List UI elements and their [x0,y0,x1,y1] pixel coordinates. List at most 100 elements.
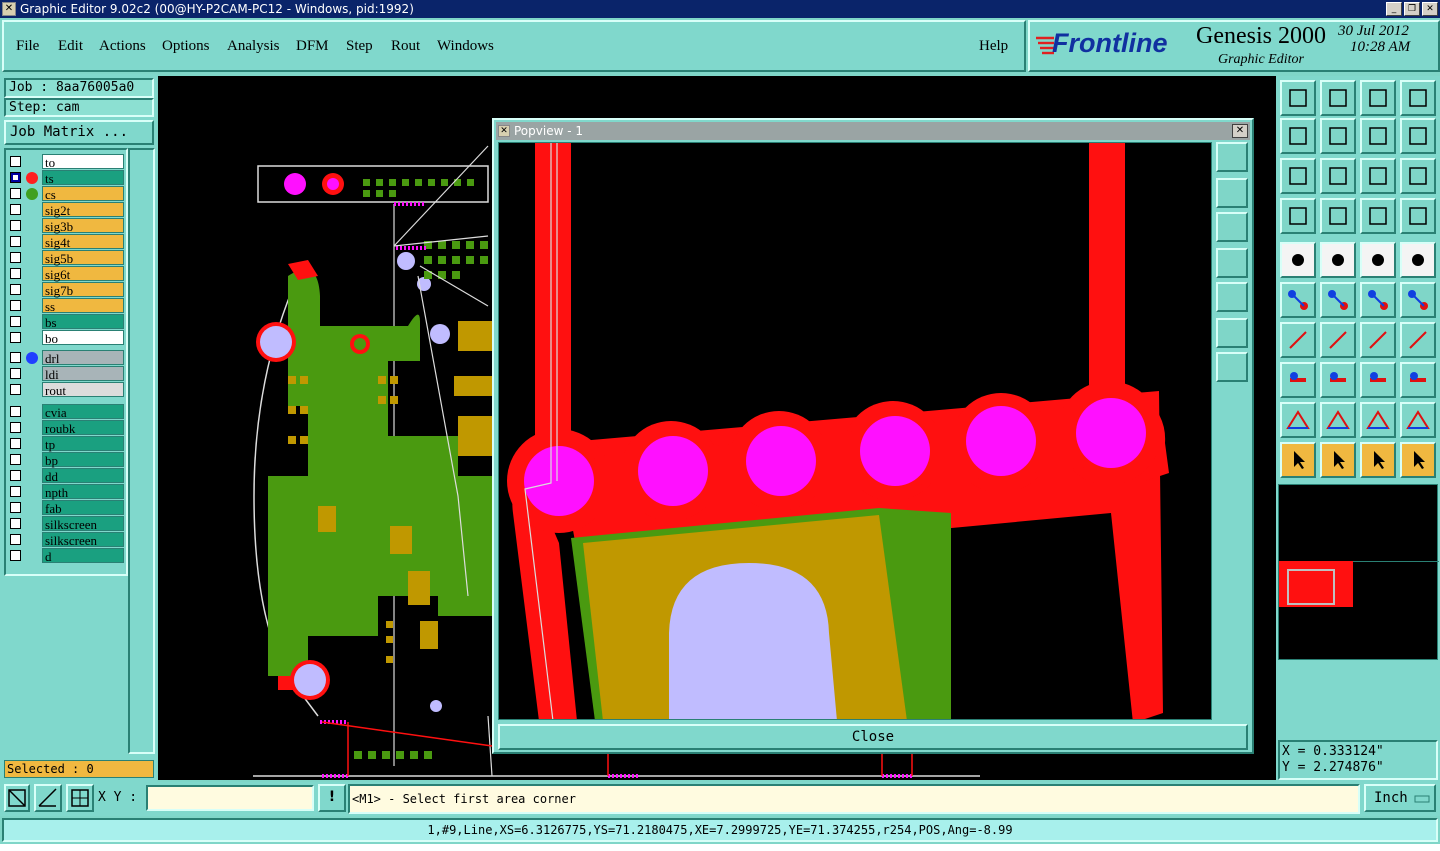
popview-canvas[interactable] [498,142,1212,720]
layer-row-sig2t[interactable]: sig2t [6,202,126,218]
menu-rout[interactable]: Rout [391,38,420,55]
layer-checkbox[interactable] [10,384,21,395]
layer-checkbox[interactable] [10,220,21,231]
layer-row-ss[interactable]: ss [6,298,126,314]
tool-pad-move-icon[interactable] [1280,362,1316,398]
close-window-button[interactable]: ✕ [1422,2,1438,16]
tool-cluster-icon[interactable] [1400,362,1436,398]
layer-name[interactable]: bs [42,314,124,330]
layer-checkbox[interactable] [10,502,21,513]
units-selector[interactable]: Inch [1364,784,1436,812]
layer-checkbox[interactable] [10,268,21,279]
layer-row-sig7b[interactable]: sig7b [6,282,126,298]
overview-map[interactable] [1278,484,1439,660]
tool-clear-icon[interactable] [1280,80,1316,116]
tool-layer-b-icon[interactable] [1400,198,1436,234]
menu-dfm[interactable]: DFM [296,38,329,55]
tool-add-pad-icon[interactable] [1280,242,1316,278]
layer-name[interactable]: cvia [42,404,124,420]
tool-tri-a-icon[interactable] [1280,402,1316,438]
tool-tri-c-icon[interactable] [1360,402,1396,438]
layer-checkbox[interactable] [10,332,21,343]
pop-pan-left-button[interactable] [1216,248,1248,278]
tool-select-area-icon[interactable] [1360,442,1396,478]
tool-center-icon[interactable] [1320,158,1356,194]
layer-row-sig4t[interactable]: sig4t [6,234,126,250]
layer-name[interactable]: dd [42,468,124,484]
xy-input[interactable] [146,785,314,811]
tool-node-b-icon[interactable] [1400,282,1436,318]
layer-name[interactable]: sig4t [42,234,124,250]
layer-name[interactable]: silkscreen [42,532,124,548]
tool-add-line-icon[interactable] [1320,242,1356,278]
tool-layer-a-icon[interactable] [1360,198,1396,234]
layer-row-cs[interactable]: cs [6,186,126,202]
layer-checkbox[interactable] [10,368,21,379]
tool-connect-icon[interactable] [1280,282,1316,318]
layer-checkbox[interactable] [10,188,21,199]
layer-checkbox[interactable] [10,172,21,183]
tool-save-icon[interactable] [1320,80,1356,116]
layer-row-npth[interactable]: npth [6,484,126,500]
layer-name[interactable]: sig7b [42,282,124,298]
tool-flip-icon[interactable] [1360,118,1396,154]
tool-ff-icon[interactable] [1400,322,1436,358]
layer-name[interactable]: fab [42,500,124,516]
layer-row-rout[interactable]: rout [6,382,126,398]
layer-name[interactable]: rout [42,382,124,398]
tool-measure-icon[interactable] [1360,362,1396,398]
job-matrix-button[interactable]: Job Matrix ... [4,120,154,145]
layer-checkbox[interactable] [10,156,21,167]
snap-mode-button[interactable] [4,784,30,812]
layer-checkbox[interactable] [10,518,21,529]
layer-row-d[interactable]: d [6,548,126,564]
tool-grid-icon[interactable] [1320,198,1356,234]
layer-name[interactable]: ldi [42,366,124,382]
layer-row-bs[interactable]: bs [6,314,126,330]
menu-file[interactable]: File [16,38,39,55]
layer-row-to[interactable]: to [6,154,126,170]
layer-scrollbar[interactable] [128,148,155,754]
layer-row-sig6t[interactable]: sig6t [6,266,126,282]
popview-close-icon[interactable]: ✕ [1232,124,1248,138]
layer-name[interactable]: sig6t [42,266,124,282]
layer-name[interactable]: sig3b [42,218,124,234]
layer-name[interactable]: tp [42,436,124,452]
pop-pan-up-button[interactable] [1216,178,1248,208]
layer-checkbox[interactable] [10,300,21,311]
tool-settings-icon[interactable] [1280,198,1316,234]
layer-checkbox[interactable] [10,550,21,561]
tool-split-icon[interactable] [1400,80,1436,116]
layer-row-sig5b[interactable]: sig5b [6,250,126,266]
menu-options[interactable]: Options [162,38,210,55]
layer-row-cvia[interactable]: cvia [6,404,126,420]
layer-checkbox[interactable] [10,534,21,545]
layer-checkbox[interactable] [10,204,21,215]
menu-edit[interactable]: Edit [58,38,83,55]
menu-help[interactable]: Help [979,38,1008,55]
layer-name[interactable]: silkscreen [42,516,124,532]
tool-arc-icon[interactable] [1360,322,1396,358]
layer-row-ldi[interactable]: ldi [6,366,126,382]
tool-export-icon[interactable] [1320,118,1356,154]
maximize-button[interactable]: ❐ [1404,2,1420,16]
layer-checkbox[interactable] [10,316,21,327]
tool-home-icon[interactable] [1360,80,1396,116]
layer-row-fab[interactable]: fab [6,500,126,516]
tool-ruler-icon[interactable] [1360,242,1396,278]
tool-import-icon[interactable] [1280,118,1316,154]
layer-checkbox[interactable] [10,422,21,433]
tool-select-box-icon[interactable] [1320,442,1356,478]
layer-checkbox[interactable] [10,236,21,247]
pop-zoom-fit-button[interactable] [1216,352,1248,382]
tool-dot-icon[interactable] [1400,242,1436,278]
tool-scale-icon[interactable] [1360,158,1396,194]
minimize-button[interactable]: _ [1386,2,1402,16]
layer-name[interactable]: sig5b [42,250,124,266]
tool-tri-b-icon[interactable] [1320,402,1356,438]
tool-help-icon[interactable] [1400,158,1436,194]
layer-row-silkscreen[interactable]: silkscreen [6,532,126,548]
layer-name[interactable]: sig2t [42,202,124,218]
layer-name[interactable]: bo [42,330,124,346]
layer-checkbox[interactable] [10,454,21,465]
